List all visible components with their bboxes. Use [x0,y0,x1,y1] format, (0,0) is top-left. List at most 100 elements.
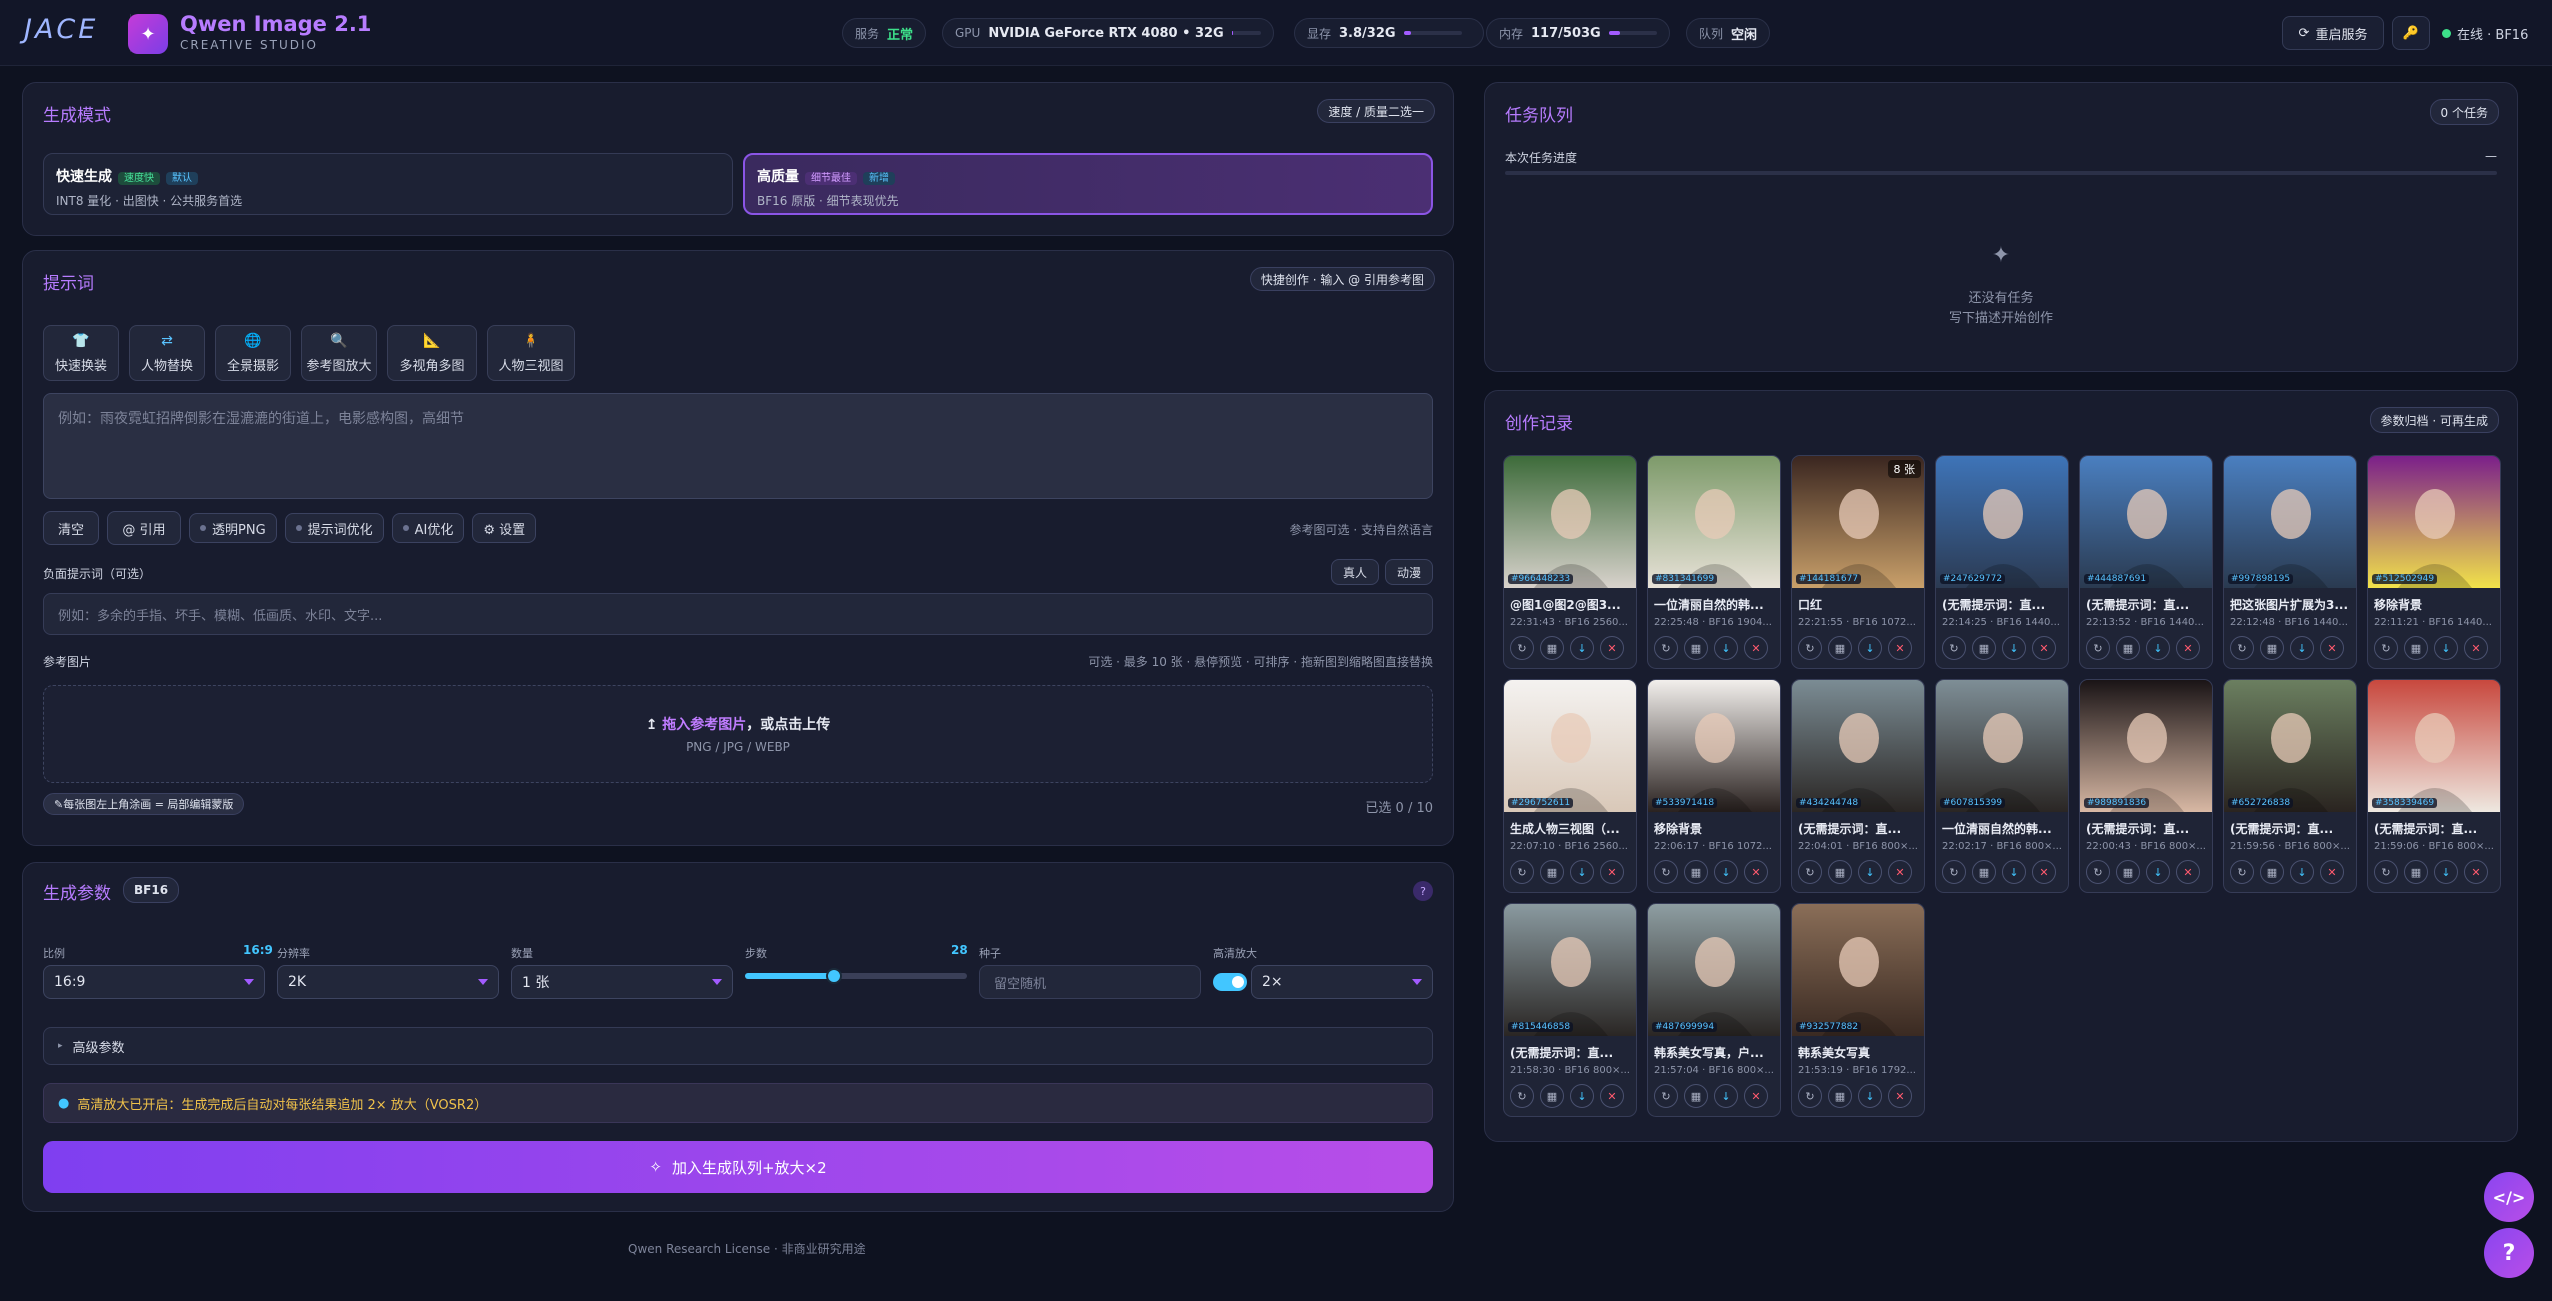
help-button[interactable]: ? [2484,1228,2534,1278]
download-icon[interactable]: ↓ [1858,636,1882,660]
thumbnail-image[interactable]: #966448233 [1504,456,1636,588]
copy-icon[interactable]: ▦ [1684,636,1708,660]
thumbnail-image[interactable]: #997898195 [2224,456,2356,588]
gallery-card[interactable]: #997898195 把这张图片扩展为3... 22:12:48 · BF16 … [2223,455,2357,669]
gallery-card[interactable]: #533971418 移除背景 22:06:17 · BF16 1072... … [1647,679,1781,893]
download-icon[interactable]: ↓ [1714,636,1738,660]
copy-icon[interactable]: ▦ [1972,860,1996,884]
upload-dropzone[interactable]: ↥ 拖入参考图片，或点击上传 PNG / JPG / WEBP [43,685,1433,783]
delete-icon[interactable]: ✕ [2320,860,2344,884]
count-select[interactable]: 1 张 [511,965,733,999]
download-icon[interactable]: ↓ [1570,1084,1594,1108]
gallery-card[interactable]: #966448233 @图1@图2@图3... 22:31:43 · BF16 … [1503,455,1637,669]
delete-icon[interactable]: ✕ [1888,860,1912,884]
gallery-card[interactable]: #512502949 移除背景 22:11:21 · BF16 1440... … [2367,455,2501,669]
thumbnail-image[interactable]: #444887691 [2080,456,2212,588]
copy-icon[interactable]: ▦ [2116,636,2140,660]
gallery-card[interactable]: #434244748 (无需提示词：直... 22:04:01 · BF16 8… [1791,679,1925,893]
delete-icon[interactable]: ✕ [2032,636,2056,660]
tool-panorama[interactable]: 🌐 全景摄影 [215,325,291,381]
download-icon[interactable]: ↓ [2146,860,2170,884]
resolution-select[interactable]: 2K [277,965,499,999]
delete-icon[interactable]: ✕ [1744,860,1768,884]
thumbnail-image[interactable]: #434244748 [1792,680,1924,812]
copy-icon[interactable]: ▦ [2260,860,2284,884]
regenerate-icon[interactable]: ↻ [1654,860,1678,884]
delete-icon[interactable]: ✕ [1744,1084,1768,1108]
gallery-card[interactable]: #358339469 (无需提示词：直... 21:59:06 · BF16 8… [2367,679,2501,893]
clear-button[interactable]: 清空 [43,511,99,545]
transparent-png-toggle[interactable]: 透明PNG [189,513,277,543]
delete-icon[interactable]: ✕ [1600,1084,1624,1108]
prompt-optimize-toggle[interactable]: 提示词优化 [284,513,384,543]
copy-icon[interactable]: ▦ [1684,860,1708,884]
upscale-toggle[interactable] [1213,973,1247,991]
code-view-button[interactable]: </> [2484,1172,2534,1222]
delete-icon[interactable]: ✕ [1600,636,1624,660]
real-preset-button[interactable]: 真人 [1331,559,1379,585]
hq-mode-option[interactable]: 高质量 细节最佳 新增 BF16 原版 · 细节表现优先 [743,153,1433,215]
thumbnail-image[interactable]: #296752611 [1504,680,1636,812]
regenerate-icon[interactable]: ↻ [1798,636,1822,660]
thumbnail-image[interactable]: #512502949 [2368,456,2500,588]
regenerate-icon[interactable]: ↻ [1798,860,1822,884]
copy-icon[interactable]: ▦ [2404,636,2428,660]
gallery-card[interactable]: #831341699 一位清丽自然的韩... 22:25:48 · BF16 1… [1647,455,1781,669]
settings-button[interactable]: ⚙ 设置 [472,513,537,543]
ratio-select[interactable]: 16:9 [43,965,265,999]
delete-icon[interactable]: ✕ [2464,860,2488,884]
key-icon[interactable]: 🔑 [2392,16,2430,50]
delete-icon[interactable]: ✕ [1888,636,1912,660]
regenerate-icon[interactable]: ↻ [1510,1084,1534,1108]
copy-icon[interactable]: ▦ [1540,636,1564,660]
generate-button[interactable]: ✧ 加入生成队列+放大×2 [43,1141,1433,1193]
copy-icon[interactable]: ▦ [1684,1084,1708,1108]
delete-icon[interactable]: ✕ [1600,860,1624,884]
delete-icon[interactable]: ✕ [2464,636,2488,660]
tool-ref-upscale[interactable]: 🔍 参考图放大 [301,325,377,381]
steps-slider-handle[interactable] [825,968,842,984]
copy-icon[interactable]: ▦ [1540,860,1564,884]
regenerate-icon[interactable]: ↻ [2374,860,2398,884]
regenerate-icon[interactable]: ↻ [1654,1084,1678,1108]
regenerate-icon[interactable]: ↻ [1510,636,1534,660]
tool-three-view[interactable]: 🧍 人物三视图 [487,325,575,381]
seed-input[interactable]: 留空随机 [979,965,1201,999]
download-icon[interactable]: ↓ [1858,860,1882,884]
help-icon[interactable]: ? [1413,881,1433,901]
thumbnail-image[interactable]: #831341699 [1648,456,1780,588]
gallery-card[interactable]: #487699994 韩系美女写真，户... 21:57:04 · BF16 8… [1647,903,1781,1117]
thumbnail-image[interactable]: #533971418 [1648,680,1780,812]
gallery-card[interactable]: #144181677 8 张 口红 22:21:55 · BF16 1072..… [1791,455,1925,669]
thumbnail-image[interactable]: #487699994 [1648,904,1780,1036]
fast-mode-option[interactable]: 快速生成 速度快 默认 INT8 量化 · 出图快 · 公共服务首选 [43,153,733,215]
advanced-params-toggle[interactable]: ▸ 高级参数 [43,1027,1433,1065]
copy-icon[interactable]: ▦ [2260,636,2284,660]
copy-icon[interactable]: ▦ [1828,636,1852,660]
restart-button[interactable]: ⟳ 重启服务 [2282,16,2384,50]
delete-icon[interactable]: ✕ [1744,636,1768,660]
anime-preset-button[interactable]: 动漫 [1385,559,1433,585]
download-icon[interactable]: ↓ [2290,636,2314,660]
thumbnail-image[interactable]: #247629772 [1936,456,2068,588]
gallery-card[interactable]: #932577882 韩系美女写真 21:53:19 · BF16 1792..… [1791,903,1925,1117]
thumbnail-image[interactable]: #932577882 [1792,904,1924,1036]
download-icon[interactable]: ↓ [1570,636,1594,660]
download-icon[interactable]: ↓ [2146,636,2170,660]
gallery-card[interactable]: #652726838 (无需提示词：直... 21:59:56 · BF16 8… [2223,679,2357,893]
download-icon[interactable]: ↓ [2434,636,2458,660]
thumbnail-image[interactable]: #607815399 [1936,680,2068,812]
tool-quick-outfit[interactable]: 👕 快速换装 [43,325,119,381]
thumbnail-image[interactable]: #815446858 [1504,904,1636,1036]
prompt-input[interactable]: 例如：雨夜霓虹招牌倒影在湿漉漉的街道上，电影感构图，高细节 [43,393,1433,499]
copy-icon[interactable]: ▦ [2404,860,2428,884]
regenerate-icon[interactable]: ↻ [2086,860,2110,884]
thumbnail-image[interactable]: #652726838 [2224,680,2356,812]
thumbnail-image[interactable]: #358339469 [2368,680,2500,812]
delete-icon[interactable]: ✕ [2032,860,2056,884]
steps-slider[interactable] [745,968,967,984]
regenerate-icon[interactable]: ↻ [1942,636,1966,660]
cite-button[interactable]: @ 引用 [107,511,181,545]
regenerate-icon[interactable]: ↻ [1942,860,1966,884]
copy-icon[interactable]: ▦ [1828,860,1852,884]
